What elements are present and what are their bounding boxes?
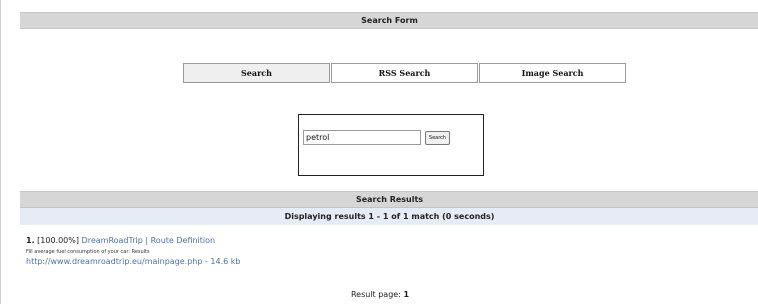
result-title-line: 1. [100.00%] DreamRoadTrip | Route Defin… xyxy=(26,236,726,246)
result-score: [100.00%] xyxy=(37,236,79,245)
search-form-header: Search Form xyxy=(20,12,758,29)
result-url-link[interactable]: http://www.dreamroadtrip.eu/mainpage.php xyxy=(26,257,202,266)
result-description: Fill average fuel consumption of your ca… xyxy=(26,249,150,255)
search-input[interactable] xyxy=(303,130,421,145)
result-size: 14.6 kb xyxy=(210,257,241,266)
result-title-link[interactable]: DreamRoadTrip | Route Definition xyxy=(82,236,216,245)
search-tabs: Search RSS Search Image Search xyxy=(183,63,626,83)
result-url-line: http://www.dreamroadtrip.eu/mainpage.php… xyxy=(26,256,726,267)
search-box: Search xyxy=(298,114,484,176)
search-button[interactable]: Search xyxy=(425,131,450,145)
result-page-label: Result page: xyxy=(350,290,401,299)
tab-image-search[interactable]: Image Search xyxy=(479,63,626,83)
result-page-current[interactable]: 1 xyxy=(403,290,409,299)
search-page: Search Form Search RSS Search Image Sear… xyxy=(0,0,758,304)
result-item: 1. [100.00%] DreamRoadTrip | Route Defin… xyxy=(26,236,726,267)
tab-rss-search[interactable]: RSS Search xyxy=(331,63,478,83)
results-summary: Displaying results 1 - 1 of 1 match (0 s… xyxy=(20,208,758,225)
result-pagination: Result page: 1 xyxy=(1,290,758,300)
search-results-header: Search Results xyxy=(20,191,758,208)
tab-search[interactable]: Search xyxy=(183,63,330,83)
result-number: 1. xyxy=(26,236,35,245)
